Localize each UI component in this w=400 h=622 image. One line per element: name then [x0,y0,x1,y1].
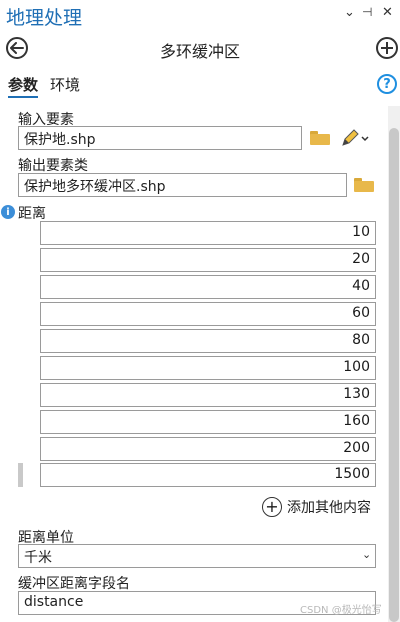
distance-row-5[interactable]: 80 [40,329,376,353]
close-icon[interactable]: ✕ [382,5,393,20]
distance-unit-select[interactable]: 千米 [18,544,376,568]
add-more-button[interactable]: + 添加其他内容 [262,497,371,517]
distance-row-10[interactable]: 1500 [40,463,376,487]
info-icon[interactable]: i [1,205,15,219]
add-circle-icon: + [262,497,282,517]
distance-row-1[interactable]: 10 [40,221,376,245]
row-drag-handle[interactable] [18,463,23,487]
distance-row-6[interactable]: 100 [40,356,376,380]
tab-parameters[interactable]: 参数 [8,74,38,95]
watermark: CSDN @极光怡写 [300,605,382,616]
pin-icon[interactable]: ⊣ [362,5,372,19]
browse-input-folder-icon[interactable] [310,131,330,145]
distance-label: 距离 [18,206,46,222]
tab-environments[interactable]: 环境 [50,74,80,95]
distance-row-8[interactable]: 160 [40,410,376,434]
distance-row-2[interactable]: 20 [40,248,376,272]
active-tab-indicator [8,96,38,98]
pane-options-chevron-icon[interactable]: ⌄ [344,5,355,20]
add-tool-button[interactable] [376,37,398,59]
distance-row-7[interactable]: 130 [40,383,376,407]
pane-titlebar: 地理处理 ⌄ ⊣ ✕ [0,0,400,30]
distance-row-3[interactable]: 40 [40,275,376,299]
plus-icon [381,42,393,54]
tool-title: 多环缓冲区 [159,42,240,61]
output-features-label: 输出要素类 [18,158,88,174]
chevron-down-icon: ⌄ [362,548,372,561]
browse-output-folder-icon[interactable] [354,178,374,192]
distance-row-9[interactable]: 200 [40,437,376,461]
add-more-label: 添加其他内容 [287,500,371,516]
help-icon[interactable]: ? [377,74,397,94]
distance-row-4[interactable]: 60 [40,302,376,326]
input-features-field[interactable]: 保护地.shp [18,126,302,150]
output-features-field[interactable]: 保护地多环缓冲区.shp [18,173,347,197]
field-name-label: 缓冲区距离字段名 [18,576,130,592]
scrollbar-thumb[interactable] [389,128,399,622]
edit-pencil-icon[interactable] [340,128,370,148]
pane-title: 地理处理 [6,7,83,29]
